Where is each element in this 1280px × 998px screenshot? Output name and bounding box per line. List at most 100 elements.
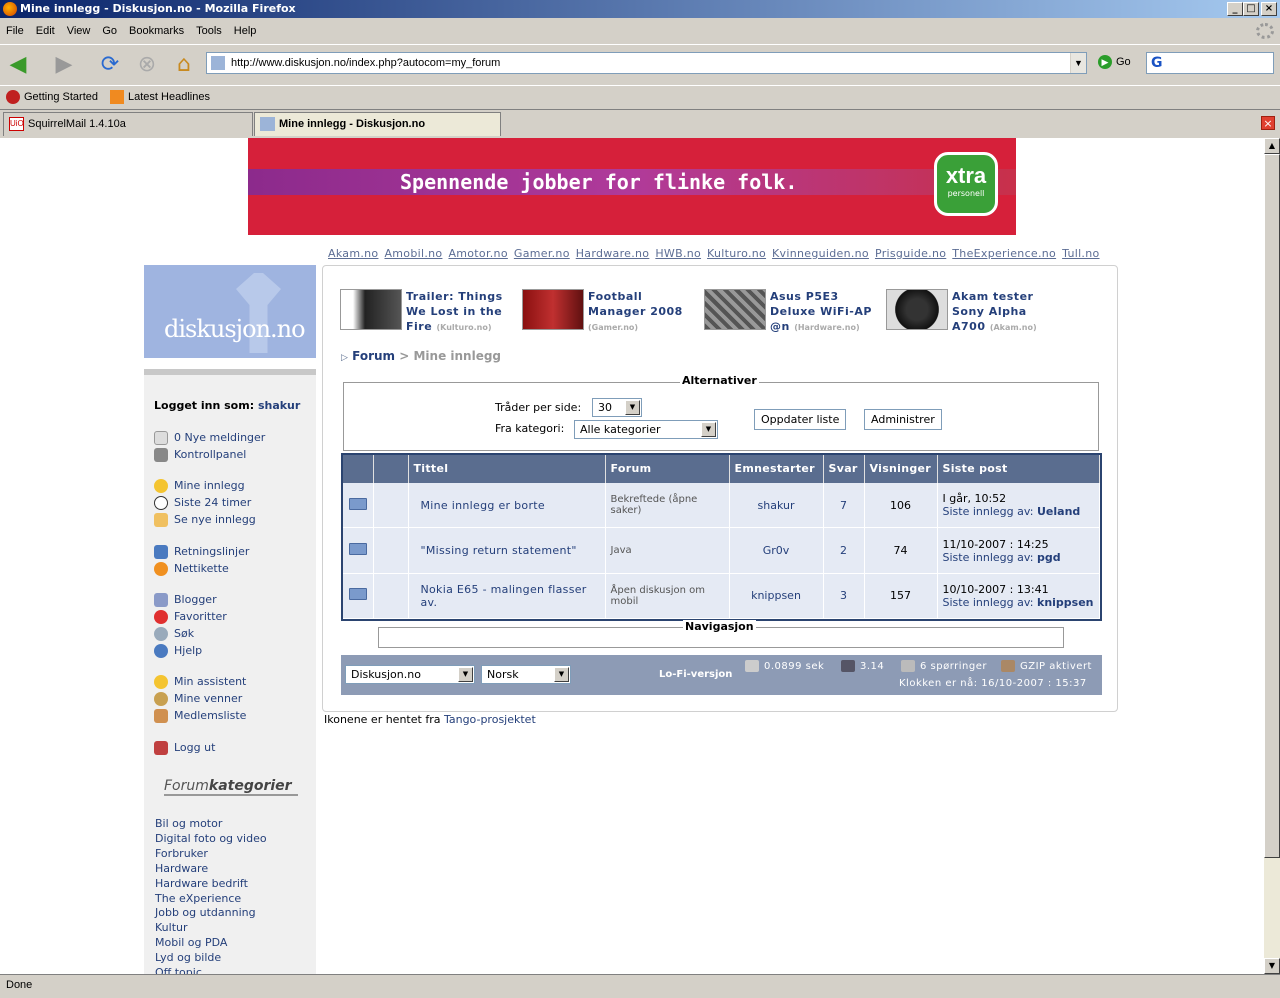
search-input[interactable]: G: [1146, 52, 1274, 74]
link-tull[interactable]: Tull.no: [1062, 247, 1099, 260]
category-link[interactable]: Hardware bedrift: [155, 876, 248, 891]
vertical-scrollbar[interactable]: ▲ ▼: [1264, 138, 1280, 974]
sidebar-item-favorites[interactable]: Favoritter: [154, 608, 227, 625]
ad-banner[interactable]: Spennende jobber for flinke folk. xtra pe…: [248, 138, 1016, 235]
category-link[interactable]: Forbruker: [155, 846, 208, 861]
database-icon: [901, 660, 915, 672]
menu-help[interactable]: Help: [228, 20, 263, 42]
link-hardware[interactable]: Hardware.no: [576, 247, 650, 260]
xtra-logo: xtra personell: [934, 152, 998, 216]
tab-mine-innlegg[interactable]: Mine innlegg - Diskusjon.no: [254, 112, 501, 136]
category-link[interactable]: Mobil og PDA: [155, 935, 227, 950]
bookmark-latest-headlines[interactable]: Latest Headlines: [110, 86, 210, 108]
thread-starter-link[interactable]: Gr0v: [729, 527, 824, 574]
thread-replies-link[interactable]: 3: [823, 573, 865, 620]
site-logo[interactable]: diskusjon.no: [144, 265, 316, 358]
breadcrumb-current: Mine innlegg: [413, 349, 502, 363]
sidebar-item-my-posts[interactable]: Mine innlegg: [154, 477, 245, 494]
link-akam[interactable]: Akam.no: [328, 247, 378, 260]
menu-file[interactable]: File: [0, 20, 30, 42]
menu-edit[interactable]: Edit: [30, 20, 61, 42]
thread-title-link[interactable]: "Missing return statement": [408, 527, 606, 574]
chevron-down-icon[interactable]: ▼: [1070, 53, 1086, 73]
sidebar-item-label: Hjelp: [174, 644, 203, 657]
link-amotor[interactable]: Amotor.no: [448, 247, 507, 260]
thread-title-link[interactable]: Nokia E65 - malingen flasser av.: [408, 573, 606, 620]
bookmark-getting-started[interactable]: Getting Started: [6, 86, 98, 108]
tango-link[interactable]: Tango-prosjektet: [444, 713, 536, 726]
sidebar-item-friends[interactable]: Mine venner: [154, 690, 242, 707]
sidebar-item-messages[interactable]: 0 Nye meldinger: [154, 429, 265, 446]
thread-starter-link[interactable]: knippsen: [729, 573, 824, 620]
sidebar-item-blogs[interactable]: Blogger: [154, 591, 217, 608]
sidebar-item-control-panel[interactable]: Kontrollpanel: [154, 446, 246, 463]
sidebar-item-last-24h[interactable]: Siste 24 timer: [154, 494, 251, 511]
menu-bookmarks[interactable]: Bookmarks: [123, 20, 190, 42]
category-link[interactable]: Hardware: [155, 861, 208, 876]
link-amobil[interactable]: Amobil.no: [384, 247, 442, 260]
select-value: Norsk: [487, 668, 519, 681]
thread-starter-link[interactable]: shakur: [729, 482, 824, 529]
category-link[interactable]: Off topic: [155, 965, 202, 974]
sidebar-item-members[interactable]: Medlemsliste: [154, 707, 246, 724]
sidebar-item-label: Min assistent: [174, 675, 247, 688]
link-kulturo[interactable]: Kulturo.no: [707, 247, 766, 260]
back-arrow-icon[interactable]: ◀: [4, 50, 32, 78]
category-link[interactable]: Jobb og utdanning: [155, 905, 256, 920]
username-link[interactable]: shakur: [258, 399, 300, 412]
thread-title-link[interactable]: Mine innlegg er borte: [408, 482, 606, 529]
stop-icon[interactable]: ⊗: [133, 50, 161, 78]
sidebar-item-search[interactable]: Søk: [154, 625, 194, 642]
category-link[interactable]: Digital foto og video: [155, 831, 267, 846]
last-post-user-link[interactable]: knippsen: [1037, 596, 1094, 609]
reload-icon[interactable]: ⟳: [96, 50, 124, 78]
category-link[interactable]: Kultur: [155, 920, 188, 935]
per-page-select[interactable]: 30 ▼: [592, 398, 642, 417]
sidebar-item-help[interactable]: Hjelp: [154, 642, 202, 659]
home-icon[interactable]: ⌂: [170, 50, 198, 78]
minimize-button[interactable]: _: [1227, 2, 1243, 16]
scroll-down-arrow-icon[interactable]: ▼: [1264, 958, 1280, 974]
link-prisguide[interactable]: Prisguide.no: [875, 247, 946, 260]
close-tab-icon[interactable]: ×: [1261, 116, 1275, 130]
sidebar-item-new-posts[interactable]: Se nye innlegg: [154, 511, 256, 528]
menu-go[interactable]: Go: [96, 20, 123, 42]
language-select[interactable]: Norsk ▼: [481, 665, 571, 684]
link-kvinneguiden[interactable]: Kvinneguiden.no: [772, 247, 869, 260]
category-link[interactable]: The eXperience: [155, 891, 241, 906]
breadcrumb-forum-link[interactable]: Forum: [352, 349, 395, 363]
last-post-user-link[interactable]: Ueland: [1037, 505, 1080, 518]
logo-text: xtra: [945, 163, 987, 188]
close-window-button[interactable]: ×: [1261, 2, 1277, 16]
lofi-link[interactable]: Lo-Fi-versjon: [659, 669, 732, 680]
link-gamer[interactable]: Gamer.no: [514, 247, 570, 260]
category-select[interactable]: Alle kategorier ▼: [574, 420, 718, 439]
site-select[interactable]: Diskusjon.no ▼: [345, 665, 475, 684]
thread-replies-link[interactable]: 2: [823, 527, 865, 574]
category-link[interactable]: Lyd og bilde: [155, 950, 221, 965]
header-status-col: [373, 455, 409, 483]
select-value: Alle kategorier: [580, 423, 661, 436]
scrollbar-thumb[interactable]: [1264, 154, 1280, 858]
menu-tools[interactable]: Tools: [190, 20, 228, 42]
sidebar-item-assistant[interactable]: Min assistent: [154, 673, 246, 690]
go-button[interactable]: ▶ Go: [1098, 55, 1131, 69]
category-link[interactable]: Bil og motor: [155, 816, 222, 831]
gzip-value: GZIP aktivert: [1020, 661, 1092, 672]
address-bar[interactable]: http://www.diskusjon.no/index.php?autoco…: [206, 52, 1087, 74]
bookmark-label: Getting Started: [24, 91, 98, 103]
scroll-up-arrow-icon[interactable]: ▲: [1264, 138, 1280, 154]
maximize-button[interactable]: □: [1243, 2, 1259, 16]
link-hwb[interactable]: HWB.no: [655, 247, 701, 260]
last-post-user-link[interactable]: pgd: [1037, 551, 1061, 564]
sidebar-item-netiquette[interactable]: Nettikette: [154, 560, 229, 577]
tab-squirrelmail[interactable]: UiO SquirrelMail 1.4.10a: [3, 112, 253, 136]
thread-replies-link[interactable]: 7: [823, 482, 865, 529]
update-list-button[interactable]: Oppdater liste: [754, 409, 847, 430]
sidebar-item-logout[interactable]: Logg ut: [154, 739, 215, 756]
administer-button[interactable]: Administrer: [864, 409, 942, 430]
sidebar-item-guidelines[interactable]: Retningslinjer: [154, 543, 249, 560]
menu-view[interactable]: View: [61, 20, 97, 42]
link-theexperience[interactable]: TheExperience.no: [952, 247, 1056, 260]
forward-arrow-icon[interactable]: ▶: [50, 50, 78, 78]
